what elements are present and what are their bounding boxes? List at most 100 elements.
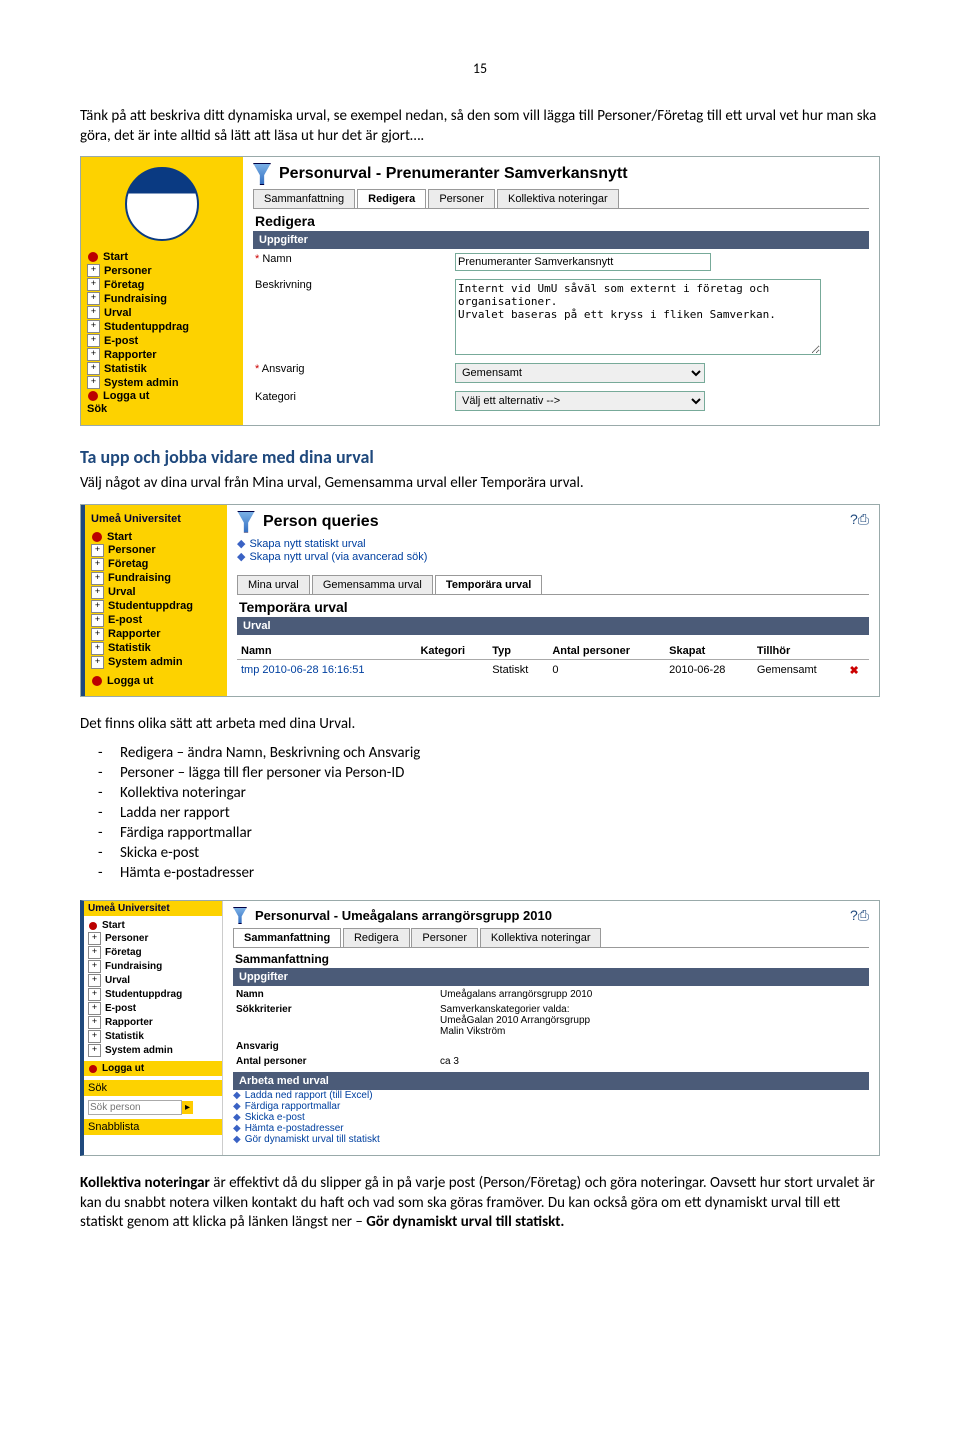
select-ansvarig[interactable]: Gemensamt (455, 363, 705, 383)
section-title: Temporära urval (237, 595, 869, 615)
nav-statistik[interactable]: +Statistik (91, 642, 221, 655)
tab-sammanfattning[interactable]: Sammanfattning (253, 189, 355, 208)
label-beskrivning: Beskrivning (255, 279, 455, 355)
tab-sammanfattning[interactable]: Sammanfattning (233, 928, 341, 947)
input-namn[interactable] (455, 253, 711, 271)
nav-epost[interactable]: +E-post (88, 1002, 218, 1015)
col-namn: Namn (237, 639, 416, 660)
nav-system-admin[interactable]: +System admin (88, 1044, 218, 1057)
brand-label: Umeå Universitet (91, 513, 221, 525)
col-skapat: Skapat (665, 639, 753, 660)
panel-title: Person queries (263, 513, 379, 531)
funnel-icon (233, 907, 247, 924)
tab-redigera[interactable]: Redigera (357, 189, 426, 208)
tab-personer[interactable]: Personer (428, 189, 495, 208)
nav-studentuppdrag[interactable]: +Studentuppdrag (91, 600, 221, 613)
search-input[interactable] (88, 1100, 182, 1115)
col-tillhor: Tillhör (753, 639, 846, 660)
search-go-icon[interactable]: ▸ (182, 1101, 193, 1114)
page-number: 15 (80, 60, 880, 77)
nav-statistik[interactable]: +Statistik (88, 1030, 218, 1043)
nav-system-admin[interactable]: +System admin (91, 656, 221, 669)
nav-personer[interactable]: +Personer (91, 544, 221, 557)
tab-kollektiva[interactable]: Kollektiva noteringar (480, 928, 602, 947)
screenshot-person-queries: Umeå Universitet Start +Personer +Företa… (80, 504, 880, 697)
funnel-icon (237, 511, 255, 533)
actions-header-bar: Arbeta med urval (233, 1072, 869, 1090)
help-print-icons[interactable]: ?⎙ (850, 907, 869, 924)
nav-epost[interactable]: +E-post (87, 334, 237, 347)
nav-fundraising[interactable]: +Fundraising (87, 292, 237, 305)
link-new-advanced[interactable]: Skapa nytt urval (via avancerad sök) (249, 551, 427, 563)
nav-fundraising[interactable]: +Fundraising (91, 572, 221, 585)
snabblista-label: Snabblista (84, 1119, 222, 1135)
nav-logga-ut[interactable]: Logga ut (87, 390, 237, 402)
funnel-icon (253, 163, 271, 185)
link-dynamic-to-static[interactable]: Gör dynamiskt urval till statiskt (245, 1134, 380, 1145)
nav-urval[interactable]: +Urval (87, 306, 237, 319)
nav-sok[interactable]: Sök (87, 403, 237, 415)
section-title: Sammanfattning (233, 948, 869, 966)
tab-kollektiva[interactable]: Kollektiva noteringar (497, 189, 619, 208)
nav-start[interactable]: Start (87, 251, 237, 263)
link-fetch-emails[interactable]: Hämta e-postadresser (245, 1123, 344, 1134)
col-antal: Antal personer (548, 639, 665, 660)
nav-studentuppdrag[interactable]: +Studentuppdrag (87, 320, 237, 333)
screenshot-redigera: Start +Personer +Företag +Fundraising +U… (80, 156, 880, 426)
col-kategori: Kategori (416, 639, 488, 660)
sok-label: Sök (84, 1080, 222, 1096)
work-options-list: Redigera – ändra Namn, Beskrivning och A… (80, 744, 880, 882)
tab-mina-urval[interactable]: Mina urval (237, 575, 310, 594)
select-kategori[interactable]: Välj ett alternativ --> (455, 391, 705, 411)
nav-logga-ut[interactable]: Logga ut (84, 1061, 222, 1076)
col-typ: Typ (488, 639, 548, 660)
panel-title: Personurval - Umeågalans arrangörsgrupp … (255, 908, 552, 923)
university-crest-icon (125, 167, 199, 241)
link-download-report[interactable]: Ladda ned rapport (till Excel) (245, 1090, 373, 1101)
nav-rapporter[interactable]: +Rapporter (87, 348, 237, 361)
nav-rapporter[interactable]: +Rapporter (88, 1016, 218, 1029)
nav-urval[interactable]: +Urval (88, 974, 218, 987)
textarea-beskrivning[interactable]: Internt vid UmU såväl som externt i före… (455, 279, 821, 355)
nav-system-admin[interactable]: +System admin (87, 376, 237, 389)
footer-text: Kollektiva noteringar är effektivt då du… (80, 1174, 880, 1233)
nav-rapporter[interactable]: +Rapporter (91, 628, 221, 641)
nav-statistik[interactable]: +Statistik (87, 362, 237, 375)
table-row[interactable]: tmp 2010-06-28 16:16:51 Statiskt 0 2010-… (237, 659, 869, 681)
tab-gemensamma[interactable]: Gemensamma urval (312, 575, 433, 594)
brand-label: Umeå Universitet (84, 901, 222, 916)
screenshot-sammanfattning: Umeå Universitet Start +Personer +Företa… (80, 900, 880, 1156)
tab-personer[interactable]: Personer (411, 928, 478, 947)
nav-foretag[interactable]: +Företag (87, 278, 237, 291)
nav-studentuppdrag[interactable]: +Studentuppdrag (88, 988, 218, 1001)
nav-foretag[interactable]: +Företag (88, 946, 218, 959)
nav-start[interactable]: Start (88, 920, 218, 931)
mid-text: Det finns olika sätt att arbeta med dina… (80, 715, 880, 735)
help-print-icons[interactable]: ?⎙ (850, 511, 869, 528)
delete-icon[interactable]: ✖ (849, 665, 858, 677)
nav-start[interactable]: Start (91, 531, 221, 543)
info-header-bar: Uppgifter (233, 968, 869, 986)
intro-text: Tänk på att beskriva ditt dynamiska urva… (80, 107, 880, 146)
link-new-static[interactable]: Skapa nytt statiskt urval (249, 538, 365, 550)
nav-foretag[interactable]: +Företag (91, 558, 221, 571)
heading2-text: Välj något av dina urval från Mina urval… (80, 474, 880, 494)
label-ansvarig: Ansvarig (255, 363, 455, 383)
link-send-email[interactable]: Skicka e-post (245, 1112, 305, 1123)
label-namn: Namn (255, 253, 455, 271)
list-header-bar: Urval (237, 617, 869, 635)
nav-fundraising[interactable]: +Fundraising (88, 960, 218, 973)
tab-temporara[interactable]: Temporära urval (435, 575, 542, 594)
nav-personer[interactable]: +Personer (87, 264, 237, 277)
sidebar-nav: Start +Personer +Företag +Fundraising +U… (87, 251, 237, 415)
nav-urval[interactable]: +Urval (91, 586, 221, 599)
form-header-bar: Uppgifter (253, 231, 869, 249)
tab-redigera[interactable]: Redigera (343, 928, 410, 947)
section-title: Redigera (253, 209, 869, 229)
nav-personer[interactable]: +Personer (88, 932, 218, 945)
label-kategori: Kategori (255, 391, 455, 411)
nav-logga-ut[interactable]: Logga ut (91, 675, 221, 687)
link-report-templates[interactable]: Färdiga rapportmallar (245, 1101, 341, 1112)
nav-epost[interactable]: +E-post (91, 614, 221, 627)
panel-title: Personurval - Prenumeranter Samverkansny… (279, 165, 628, 183)
